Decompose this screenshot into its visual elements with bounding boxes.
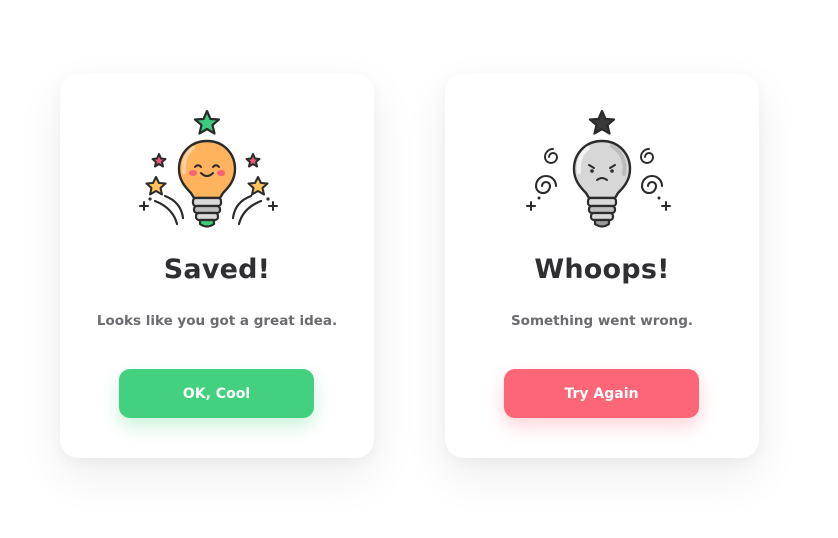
pink-star-icon: [245, 153, 261, 168]
swirl-icon: [640, 174, 664, 195]
dialog-title: Whoops!: [534, 254, 670, 285]
ok-cool-button[interactable]: OK, Cool: [119, 369, 314, 418]
success-dialog: Saved! Looks like you got a great idea. …: [60, 74, 374, 458]
happy-lightbulb-icon: [137, 106, 297, 231]
try-again-button[interactable]: Try Again: [504, 369, 699, 418]
dark-star-icon: [588, 109, 616, 135]
dialog-title: Saved!: [163, 254, 271, 285]
sad-lightbulb-icon: [522, 106, 682, 231]
swirl-icon: [534, 174, 558, 195]
green-star-icon: [193, 109, 221, 135]
error-dialog: Whoops! Something went wrong. Try Again: [445, 74, 759, 458]
dialogs-stage: Saved! Looks like you got a great idea. …: [0, 0, 838, 538]
swirl-icon: [640, 148, 654, 164]
swirl-icon: [544, 148, 558, 164]
dialog-message: Looks like you got a great idea.: [96, 313, 338, 329]
yellow-star-icon: [145, 176, 167, 196]
dialog-message: Something went wrong.: [510, 313, 694, 329]
yellow-star-icon: [247, 176, 269, 196]
pink-star-icon: [151, 153, 167, 168]
